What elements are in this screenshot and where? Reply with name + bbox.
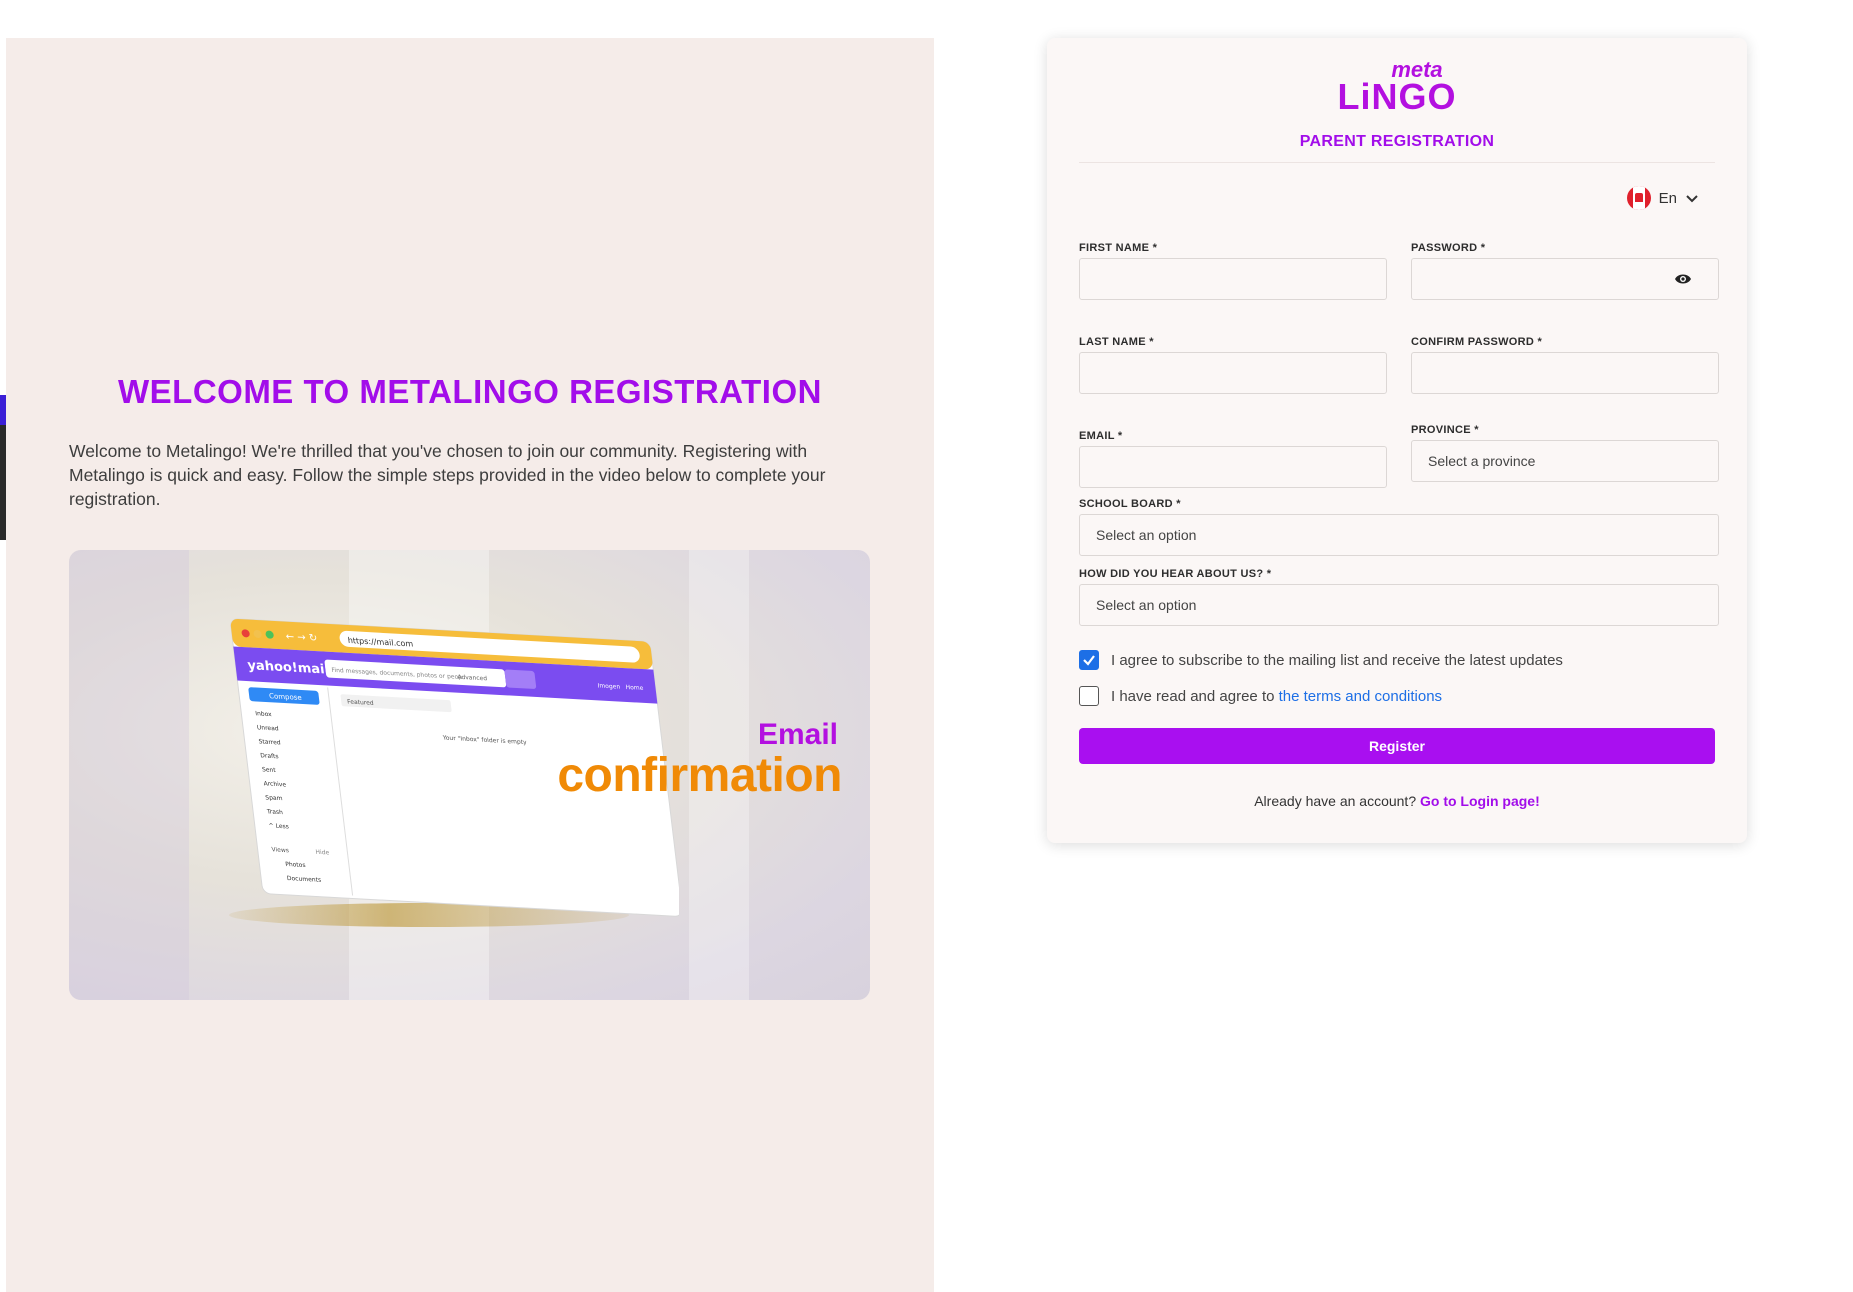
video-folder-item: Drafts — [260, 752, 279, 760]
first-name-input[interactable] — [1096, 259, 1370, 299]
video-folder-item: Trash — [266, 808, 284, 816]
svg-text:Views: Views — [271, 846, 289, 854]
last-name-field[interactable] — [1079, 352, 1387, 394]
svg-text:Photos: Photos — [285, 861, 306, 869]
how-did-you-hear-label: HOW DID YOU HEAR ABOUT US? * — [1079, 568, 1272, 580]
video-folder-item: Inbox — [255, 710, 273, 718]
svg-text:Hide: Hide — [315, 849, 330, 857]
how-did-you-hear-select[interactable]: Select an option — [1079, 584, 1719, 626]
subscribe-label: I agree to subscribe to the mailing list… — [1111, 651, 1563, 669]
first-name-label: FIRST NAME * — [1079, 242, 1158, 254]
video-caption-confirmation: confirmation — [557, 749, 842, 802]
school-board-placeholder: Select an option — [1096, 527, 1197, 543]
school-board-select[interactable]: Select an option — [1079, 514, 1719, 556]
confirm-password-input[interactable] — [1428, 353, 1702, 393]
video-caption-email: Email — [757, 718, 838, 751]
first-name-field[interactable] — [1079, 258, 1387, 300]
terms-row: I have read and agree to the terms and c… — [1079, 686, 1442, 706]
video-folder-item: ^ Less — [268, 822, 289, 830]
how-did-you-hear-placeholder: Select an option — [1096, 597, 1197, 613]
welcome-title: WELCOME TO METALINGO REGISTRATION — [118, 373, 822, 410]
logo-lingo: LiNGO — [1337, 76, 1457, 117]
terms-link[interactable]: the terms and conditions — [1279, 688, 1442, 705]
login-prompt: Already have an account? Go to Login pag… — [1254, 793, 1540, 809]
metalingo-logo: meta LiNGO — [1047, 59, 1747, 117]
school-board-label: SCHOOL BOARD * — [1079, 498, 1181, 510]
video-folder-item: Spam — [265, 794, 283, 802]
subscribe-row: I agree to subscribe to the mailing list… — [1079, 650, 1563, 670]
last-name-label: LAST NAME * — [1079, 336, 1154, 348]
province-select[interactable]: Select a province — [1411, 440, 1719, 482]
eye-icon[interactable] — [1674, 272, 1692, 286]
terms-label: I have read and agree to the terms and c… — [1111, 687, 1443, 705]
terms-checkbox[interactable] — [1079, 686, 1099, 706]
svg-text:← → ↻: ← → ↻ — [285, 632, 318, 645]
video-folder-item: Archive — [263, 780, 287, 788]
last-name-input[interactable] — [1096, 353, 1370, 393]
email-input[interactable] — [1096, 447, 1370, 487]
registration-card: meta LiNGO PARENT REGISTRATION En FIRST … — [1047, 38, 1747, 843]
check-icon — [1083, 655, 1095, 666]
chevron-down-icon — [1686, 195, 1698, 203]
email-field[interactable] — [1079, 446, 1387, 488]
password-input[interactable] — [1428, 259, 1702, 299]
email-label: EMAIL * — [1079, 430, 1123, 442]
svg-text:Compose: Compose — [268, 691, 302, 702]
svg-text:Home: Home — [625, 684, 644, 692]
province-placeholder: Select a province — [1428, 453, 1536, 469]
welcome-intro: Welcome to Metalingo! We're thrilled tha… — [69, 441, 826, 509]
subscribe-checkbox[interactable] — [1079, 650, 1099, 670]
confirm-password-field[interactable] — [1411, 352, 1719, 394]
video-folder-item: Starred — [258, 738, 281, 746]
password-field[interactable] — [1411, 258, 1719, 300]
tutorial-video[interactable]: ← → ↻ https://mail.com yahoo!mail Find m… — [69, 550, 870, 1000]
video-folder-item: Sent — [262, 766, 277, 774]
card-title: PARENT REGISTRATION — [1299, 133, 1495, 150]
video-folder-item: Unread — [257, 724, 280, 732]
password-label: PASSWORD * — [1411, 242, 1486, 254]
login-link[interactable]: Go to Login page! — [1420, 793, 1540, 809]
language-selector[interactable]: En — [1626, 186, 1699, 210]
language-label: En — [1658, 189, 1677, 207]
province-label: PROVINCE * — [1411, 424, 1479, 436]
register-button[interactable]: Register — [1079, 728, 1715, 764]
divider — [1079, 162, 1715, 163]
welcome-panel: WELCOME TO METALINGO REGISTRATION Welcom… — [6, 38, 934, 1292]
svg-text:Imogen: Imogen — [597, 682, 621, 690]
confirm-password-label: CONFIRM PASSWORD * — [1411, 336, 1543, 348]
canada-flag-icon — [1626, 186, 1651, 210]
